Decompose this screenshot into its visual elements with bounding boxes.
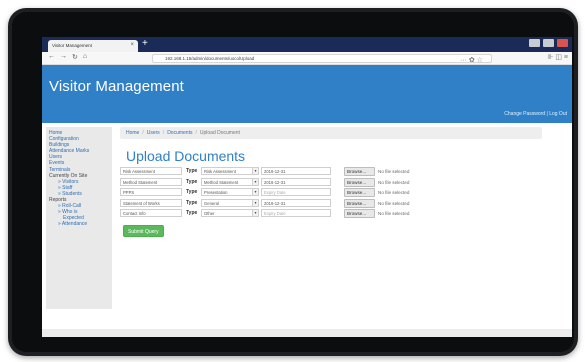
browser-tab-bar: Visitor Management × + — [42, 37, 572, 52]
type-select-value: Presentation — [204, 190, 228, 196]
chevron-down-icon: ▾ — [252, 168, 258, 174]
footer-bar — [42, 329, 572, 337]
tablet-bezel: Visitor Management × + ← → ↻ ⌂ 192.168.1… — [12, 12, 574, 352]
browse-button[interactable]: Browse... — [344, 188, 375, 198]
browse-button[interactable]: Browse... — [344, 209, 375, 219]
app-header: Visitor Management Change Password | Log… — [42, 65, 572, 123]
file-status: No file selected — [378, 200, 410, 206]
close-window-icon[interactable] — [557, 39, 568, 47]
type-select[interactable]: Presentation ▾ — [201, 188, 259, 197]
browser-tab-title: Visitor Management — [52, 43, 92, 48]
breadcrumb-separator: / — [162, 130, 165, 136]
type-select[interactable]: Risk Assessment ▾ — [201, 167, 259, 175]
file-status: No file selected — [378, 211, 410, 217]
forward-icon[interactable]: → — [60, 53, 67, 61]
type-select-value: Risk Assessment — [204, 169, 236, 174]
breadcrumb-users[interactable]: Users — [147, 130, 160, 136]
file-status: No file selected — [378, 169, 410, 174]
type-select[interactable]: General ▾ — [201, 198, 259, 207]
content-area: Home Configuration Buildings Attendance Mar… — [42, 123, 572, 337]
new-tab-icon[interactable]: + — [142, 38, 148, 50]
breadcrumb-current: Upload Document — [199, 130, 240, 136]
expiry-date-input[interactable]: Expiry Date — [261, 188, 331, 197]
submit-button[interactable]: Submit Query — [123, 224, 164, 237]
url-bar[interactable]: 192.168.1.15/admin/documents/uocolUpload… — [152, 54, 492, 64]
document-row: Risk Assessment Type Risk Assessment ▾ 2016-… — [120, 167, 572, 178]
reload-icon[interactable]: ↻ — [72, 53, 78, 61]
account-links[interactable]: Change Password | Log Out — [504, 111, 567, 117]
document-row: PPPS Type Presentation ▾ Expiry Date Browse..… — [120, 188, 572, 199]
document-name-input[interactable]: PPPS — [120, 188, 182, 197]
document-name-input[interactable]: Contact Info — [120, 209, 182, 218]
breadcrumb-separator: / — [195, 130, 197, 136]
screen: Visitor Management × + ← → ↻ ⌂ 192.168.1… — [42, 37, 572, 337]
file-status: No file selected — [378, 190, 410, 196]
breadcrumb-separator: / — [142, 130, 144, 136]
chevron-down-icon: ▾ — [252, 199, 258, 206]
type-select[interactable]: Other ▾ — [201, 209, 259, 218]
browse-button[interactable]: Browse... — [344, 177, 375, 187]
maximize-icon[interactable] — [543, 39, 554, 47]
nav-buttons: ← → ↻ ⌂ — [48, 53, 87, 61]
minimize-icon[interactable] — [529, 39, 540, 47]
type-select[interactable]: Method Statement ▾ — [201, 177, 259, 186]
breadcrumb-home[interactable]: Home — [126, 130, 139, 136]
document-table: Risk Assessment Type Risk Assessment ▾ 2016-… — [120, 167, 572, 220]
sidebar-item[interactable]: » Attendance — [49, 221, 112, 227]
app-title: Visitor Management — [49, 78, 184, 95]
document-name-input[interactable]: Method Statement — [120, 177, 182, 186]
window-controls — [529, 39, 568, 47]
browse-button[interactable]: Browse... — [344, 198, 375, 208]
document-row: Method Statement Type Method Statement ▾ 201… — [120, 177, 572, 189]
page-actions-icon[interactable]: ··· ✿ ☆ — [460, 56, 483, 64]
chevron-down-icon: ▾ — [252, 178, 258, 185]
breadcrumb-documents[interactable]: Documents — [167, 130, 192, 136]
type-label: Type — [186, 189, 198, 196]
type-label: Type — [186, 210, 198, 217]
type-label: Type — [186, 199, 198, 206]
tablet-frame: Visitor Management × + ← → ↻ ⌂ 192.168.1… — [8, 8, 578, 356]
browser-tab[interactable]: Visitor Management × — [48, 40, 138, 52]
type-select-value: Other — [204, 211, 215, 217]
sidebar: Home Configuration Buildings Attendance Mar… — [46, 127, 112, 309]
breadcrumb: Home / Users / Documents / Upload Document — [120, 127, 542, 139]
expiry-date-input[interactable]: 2016-12-31 — [261, 167, 331, 175]
document-row: Contact Info Type Other ▾ Expiry Date Browse.… — [120, 209, 572, 220]
page-title: Upload Documents — [126, 148, 246, 164]
document-name-input[interactable]: Risk Assessment — [120, 167, 182, 175]
home-icon[interactable]: ⌂ — [83, 53, 87, 61]
type-select-value: Method Statement — [204, 179, 239, 185]
type-select-value: General — [204, 200, 219, 206]
browser-nav-bar: ← → ↻ ⌂ 192.168.1.15/admin/documents/uoc… — [42, 52, 572, 65]
type-label: Type — [186, 178, 198, 185]
chevron-down-icon: ▾ — [252, 210, 258, 217]
type-label: Type — [186, 168, 198, 174]
file-status: No file selected — [378, 179, 410, 185]
back-icon[interactable]: ← — [48, 53, 55, 61]
expiry-date-input[interactable]: 2016-12-31 — [261, 198, 331, 207]
document-name-input[interactable]: Statement of Works — [120, 198, 182, 207]
close-tab-icon[interactable]: × — [130, 42, 134, 48]
toolbar-icons[interactable]: ⊪ ◫ ≡ — [547, 53, 568, 61]
browse-button[interactable]: Browse... — [344, 167, 375, 176]
main-panel: Home / Users / Documents / Upload Document Upl… — [120, 127, 572, 238]
expiry-date-input[interactable]: 2016-12-31 — [261, 177, 331, 186]
expiry-date-input[interactable]: Expiry Date — [261, 209, 331, 218]
document-row: Statement of Works Type General ▾ 2016-12-31… — [120, 198, 572, 210]
chevron-down-icon: ▾ — [252, 189, 258, 196]
url-text: 192.168.1.15/admin/documents/uocolUpload — [165, 56, 255, 61]
